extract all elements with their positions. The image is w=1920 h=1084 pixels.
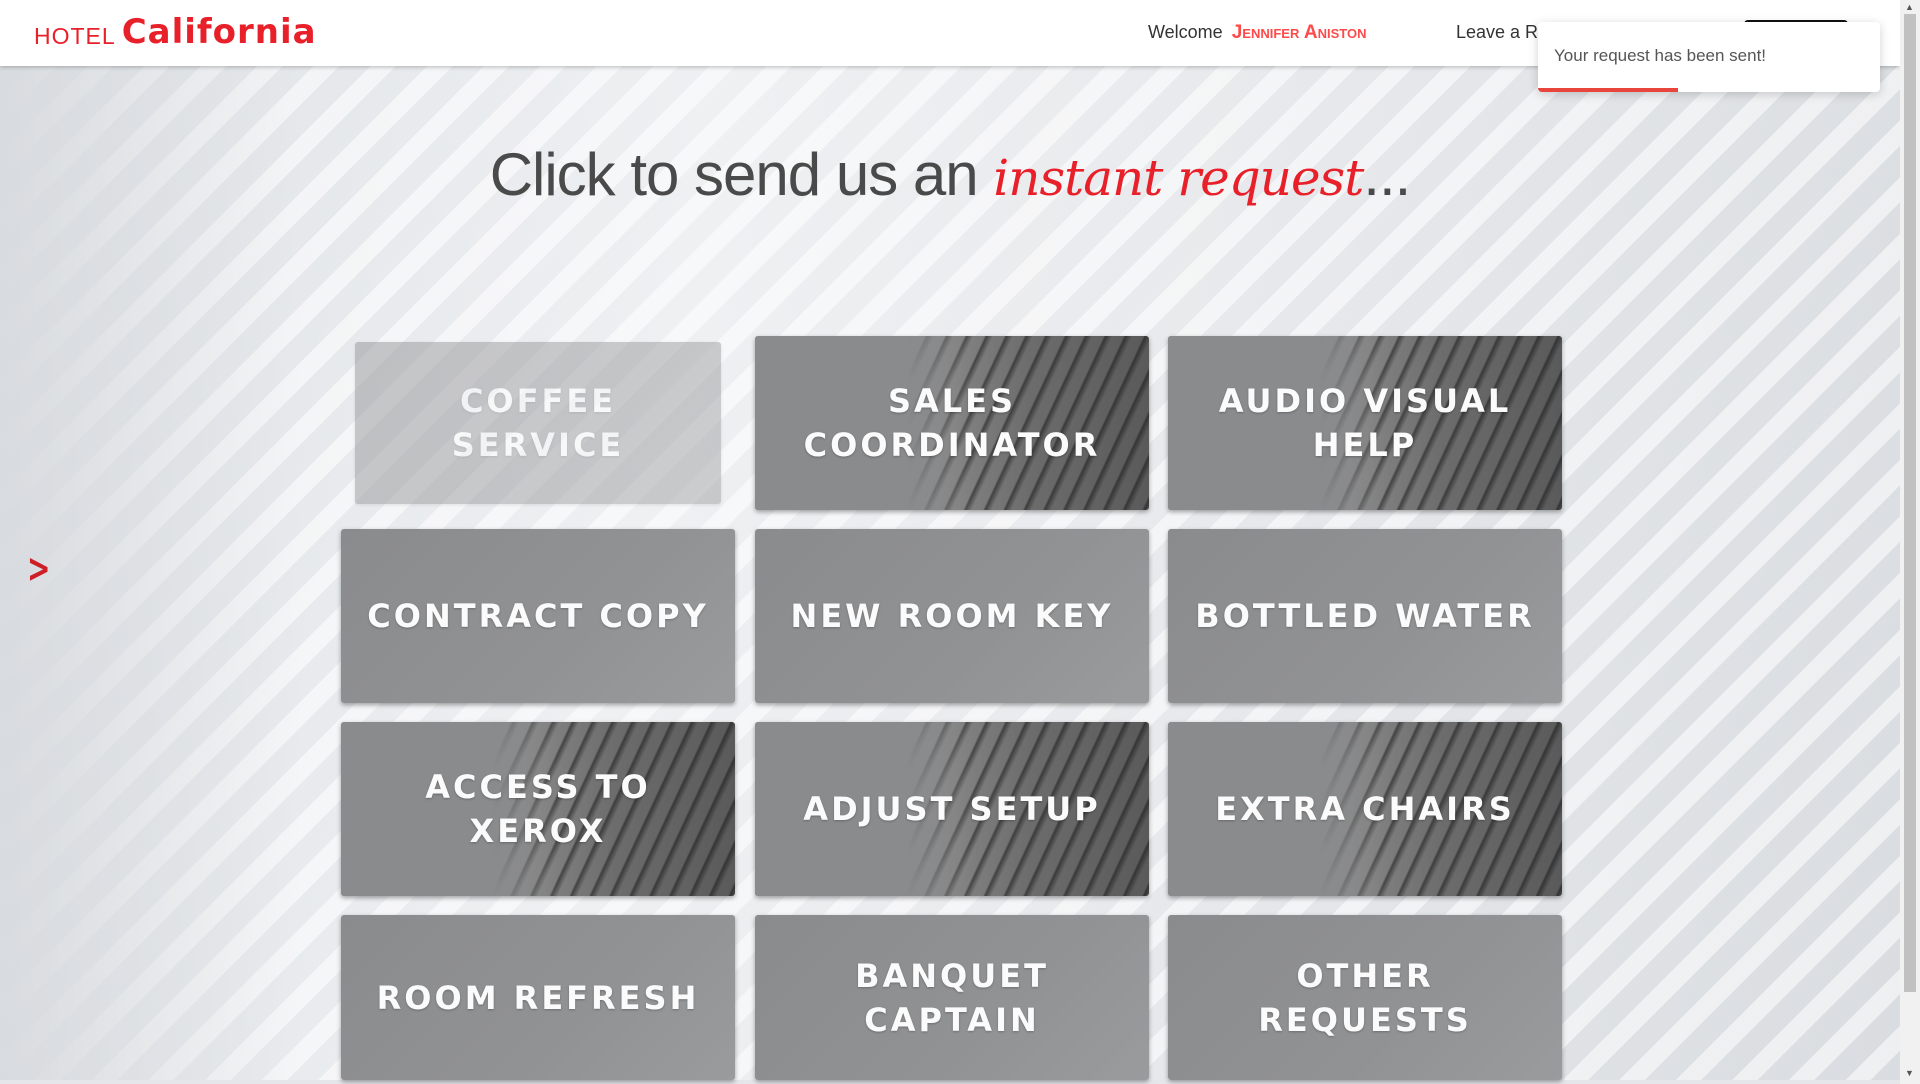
- toast-progress-bar: [1538, 88, 1679, 92]
- leave-review-link[interactable]: Leave a R: [1456, 22, 1538, 43]
- tile-label: Other Requests: [1258, 956, 1472, 1039]
- tile-label: Coffee Service: [451, 382, 625, 464]
- scroll-thumb[interactable]: [1904, 14, 1916, 992]
- request-tile-other-requests[interactable]: Other Requests: [1168, 915, 1562, 1080]
- request-tile-contract-copy[interactable]: Contract Copy: [341, 529, 735, 703]
- tile-label: Sales Coordinator: [803, 382, 1101, 464]
- page-heading: Click to send us an instant request...: [0, 140, 1900, 209]
- tile-label: Access to Xerox: [425, 768, 651, 850]
- tile-label: Adjust Setup: [803, 790, 1101, 828]
- welcome-label: Welcome: [1148, 22, 1223, 42]
- tile-label: Contract Copy: [367, 597, 709, 635]
- chevron-right-icon[interactable]: >: [27, 546, 50, 592]
- tile-label: New Room Key: [790, 597, 1114, 635]
- request-tile-extra-chairs[interactable]: Extra Chairs: [1168, 722, 1562, 896]
- request-tile-coffee-service[interactable]: Coffee Service: [355, 342, 721, 504]
- notification-toast[interactable]: Your request has been sent!: [1538, 22, 1880, 92]
- heading-text: Click to send us an: [489, 141, 979, 208]
- brand-prefix: HOTEL: [34, 23, 116, 49]
- hotel-logo[interactable]: HOTEL California: [34, 12, 317, 52]
- heading-emphasis: instant request: [993, 149, 1364, 207]
- request-tile-access-to-xerox[interactable]: Access to Xerox: [341, 722, 735, 896]
- request-tile-bottled-water[interactable]: Bottled Water: [1168, 529, 1562, 703]
- tile-label: Bottled Water: [1195, 597, 1535, 635]
- request-tile-audio-visual-help[interactable]: Audio Visual Help: [1168, 336, 1562, 510]
- user-name: Jennifer Aniston: [1231, 22, 1367, 43]
- request-tile-adjust-setup[interactable]: Adjust Setup: [755, 722, 1149, 896]
- welcome-message: Welcome Jennifer Aniston: [1148, 22, 1367, 44]
- scroll-down-arrow-icon[interactable]: ▼: [1905, 1068, 1914, 1078]
- request-tile-banquet-captain[interactable]: Banquet Captain: [755, 915, 1149, 1080]
- page-scrollbar[interactable]: ▲ ▼: [1900, 0, 1920, 1084]
- request-tile-room-refresh[interactable]: Room Refresh: [341, 915, 735, 1080]
- toast-message: Your request has been sent!: [1554, 46, 1767, 65]
- tile-label: Room Refresh: [376, 978, 700, 1017]
- tile-label: Audio Visual Help: [1218, 382, 1512, 464]
- scroll-up-arrow-icon[interactable]: ▲: [1905, 2, 1914, 12]
- heading-suffix: ...: [1363, 141, 1411, 208]
- tile-label: Banquet Captain: [855, 956, 1049, 1039]
- tile-label: Extra Chairs: [1215, 790, 1515, 828]
- brand-name: California: [121, 12, 317, 52]
- request-tile-new-room-key[interactable]: New Room Key: [755, 529, 1149, 703]
- request-tile-sales-coordinator[interactable]: Sales Coordinator: [755, 336, 1149, 510]
